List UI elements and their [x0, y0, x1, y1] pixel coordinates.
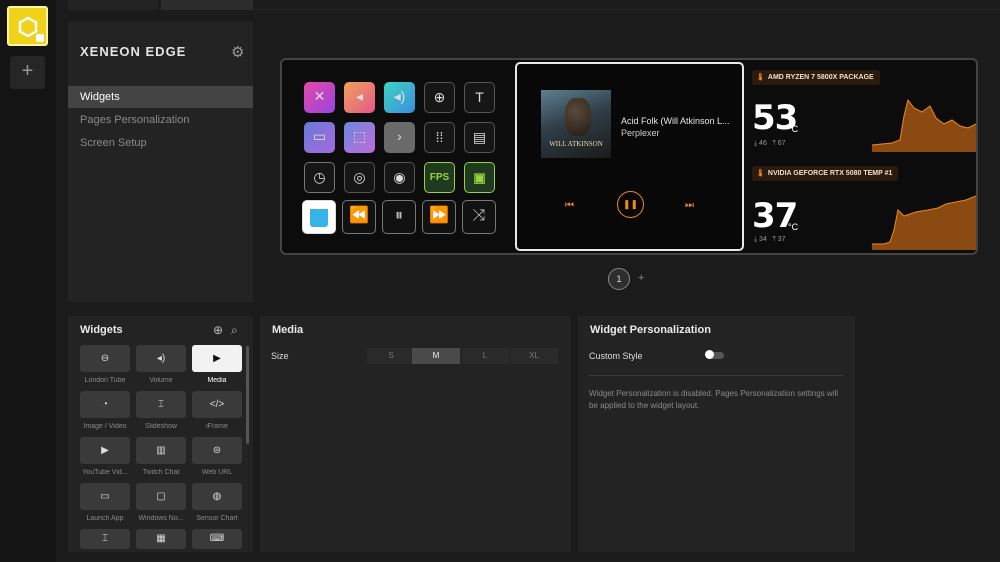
widget-label: YouTube Vid... — [82, 469, 128, 476]
widgets-scrollbar[interactable] — [246, 346, 249, 444]
gear-icon[interactable]: ⚙ — [231, 43, 244, 61]
gpu-temp-unit: °C — [788, 222, 799, 232]
widget-label: Twitch Chat — [142, 469, 180, 476]
size-option-s[interactable]: S — [367, 348, 415, 364]
top-divider — [253, 9, 1000, 10]
toggle-knob — [705, 350, 714, 359]
cpu-temp-chart — [872, 98, 976, 152]
artist-name: Perplexer — [621, 128, 660, 138]
media-widget-card[interactable]: WILL ATKINSON Acid Folk (Will Atkinson L… — [515, 62, 744, 251]
widget-youtube-video[interactable]: ▶ — [80, 437, 130, 464]
search-icon[interactable]: ⌕ — [231, 323, 238, 338]
album-art-text: WILL ATKINSON — [549, 140, 603, 148]
widget-image-video[interactable]: ◔ — [80, 391, 130, 418]
device-title: XENEON EDGE — [80, 44, 187, 59]
grid-icon[interactable]: ⁞⁞ — [424, 122, 455, 153]
size-option-xl[interactable]: XL — [510, 348, 558, 364]
widget-label: Web URL — [201, 469, 233, 476]
page-1-button[interactable]: 1 — [608, 268, 630, 290]
mute-icon[interactable]: ✕ — [304, 82, 335, 113]
widget-twitch-chat[interactable]: ▥ — [136, 437, 186, 464]
widget-web-url[interactable]: ⊜ — [192, 437, 242, 464]
divider — [589, 375, 843, 376]
lock-icon — [36, 34, 44, 42]
widget-label: Windows No... — [138, 515, 184, 522]
widget-dashboard[interactable]: ▦ — [136, 529, 186, 549]
media-settings-panel: Media Size S M L XL — [260, 316, 571, 552]
rewind-icon[interactable]: ⏪ — [342, 200, 376, 234]
target-icon[interactable]: ◎ — [344, 162, 375, 193]
cpu-min-max: ⤓ 46 ⤒ 67 — [754, 140, 786, 147]
cpu-sensor-label: 🌡 AMD RYZEN 7 5800X PACKAGE — [752, 70, 880, 85]
size-label: Size — [271, 351, 289, 361]
gpu-sensor-label: 🌡 NVIDIA GEFORCE RTX 5080 TEMP #1 — [752, 166, 899, 181]
widget-sensor-chart[interactable]: ◍ — [192, 483, 242, 510]
volume-down-icon[interactable]: ◂ — [344, 82, 375, 113]
widget-london-tube[interactable]: ⊖ — [80, 345, 130, 372]
add-widget-icon[interactable]: ⊕ — [213, 323, 223, 337]
widget-slideshow[interactable]: ⌶ — [136, 391, 186, 418]
fast-forward-icon[interactable]: ⏩ — [422, 200, 456, 234]
next-track-icon[interactable]: ⏭ — [685, 200, 694, 211]
widgets-panel-title: Widgets — [80, 324, 123, 336]
widget-label: Slideshow — [145, 423, 177, 430]
widget-launch-app[interactable]: ▭ — [80, 483, 130, 510]
widget-label: Image / Video — [83, 423, 127, 430]
record-icon[interactable]: ◉ — [384, 162, 415, 193]
screen-icon[interactable]: ▭ — [304, 122, 335, 153]
volume-up-icon[interactable]: ◂) — [384, 82, 415, 113]
settings-nav: XENEON EDGE ⚙ Widgets Pages Personalizat… — [68, 22, 253, 302]
widget-keyboard[interactable]: ⌨ — [192, 529, 242, 549]
cpu-temp-unit: °C — [788, 124, 799, 134]
screenshot-icon[interactable]: ⬚ — [344, 122, 375, 153]
widget-media[interactable]: ▶ — [192, 345, 242, 372]
device-rail: + — [0, 0, 56, 562]
widget-label: Media — [207, 377, 227, 384]
next-icon[interactable]: › — [384, 122, 415, 153]
widget-label: Sensor Chart — [196, 515, 238, 522]
size-option-m[interactable]: M — [412, 348, 460, 364]
widget-iframe[interactable]: </> — [192, 391, 242, 418]
clock-icon[interactable]: ◷ — [304, 162, 335, 193]
widgets-panel: Widgets ⊕ ⌕ ⊖ ◂) ▶ London Tube Volume Me… — [68, 316, 253, 552]
media-panel-title: Media — [272, 324, 304, 336]
widget-windows-notifications[interactable]: ▢ — [136, 483, 186, 510]
shuffle-icon[interactable]: ⤨ — [462, 200, 496, 234]
pause-tile-icon[interactable]: ⏸ — [382, 200, 416, 234]
top-tab-1[interactable] — [68, 0, 158, 10]
pause-button[interactable]: ❚❚ — [617, 191, 644, 218]
nav-item-pages-personalization[interactable]: Pages Personalization — [68, 109, 253, 131]
custom-style-toggle[interactable] — [705, 350, 724, 359]
nav-item-widgets[interactable]: Widgets — [68, 86, 253, 108]
text-icon[interactable]: T — [464, 82, 495, 113]
add-page-button[interactable]: + — [638, 272, 644, 284]
song-title: Acid Folk (Will Atkinson L... — [621, 116, 730, 126]
widget-volume[interactable]: ◂) — [136, 345, 186, 372]
widget-label: iFrame — [206, 423, 228, 430]
fps-icon[interactable]: FPS — [424, 162, 455, 193]
custom-style-label: Custom Style — [589, 351, 643, 361]
widget-label: Volume — [149, 377, 173, 384]
album-art: WILL ATKINSON — [541, 90, 611, 158]
widget-label: Launch App — [86, 515, 124, 522]
water-icon[interactable] — [302, 200, 336, 234]
gpu-temp-chart — [872, 195, 976, 250]
personalization-panel-title: Widget Personalization — [590, 324, 711, 336]
globe-icon[interactable]: ⊕ — [424, 82, 455, 113]
widget-slideshow-2[interactable]: ⌶ — [80, 529, 130, 549]
save-icon[interactable]: ▣ — [464, 162, 495, 193]
size-option-l[interactable]: L — [461, 348, 509, 364]
gpu-min-max: ⤓ 34 ⤒ 37 — [754, 236, 786, 243]
device-xeneon-edge-button[interactable] — [7, 6, 48, 46]
layout-icon[interactable]: ▤ — [464, 122, 495, 153]
widget-label: London Tube — [84, 377, 126, 384]
add-device-button[interactable]: + — [10, 56, 45, 89]
screen-preview: ✕ ◂ ◂) ⊕ T ▭ ⬚ › ⁞⁞ ▤ ◷ ◎ ◉ FPS ▣ ⏪ ⏸ ⏩ … — [280, 58, 978, 255]
previous-icon[interactable]: ⏮ — [565, 200, 574, 211]
nav-item-screen-setup[interactable]: Screen Setup — [68, 132, 253, 154]
widget-personalization-panel: Widget Personalization Custom Style Widg… — [578, 316, 855, 552]
personalization-disabled-note: Widget Personalization is disabled. Page… — [589, 389, 839, 410]
top-tab-2[interactable] — [161, 0, 253, 10]
